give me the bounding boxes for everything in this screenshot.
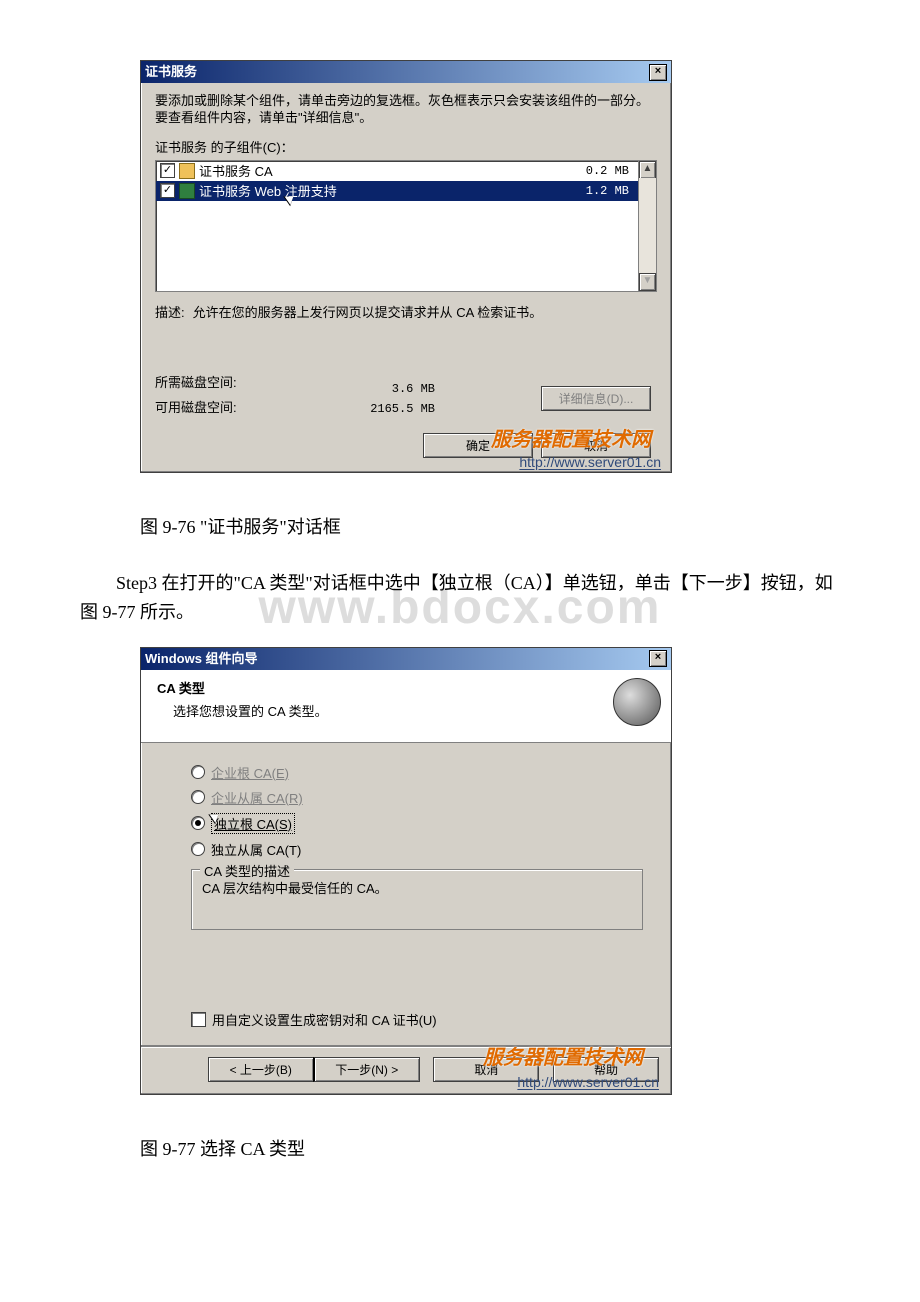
radio-enterprise-sub[interactable]: 企业从属 CA(R) bbox=[191, 788, 641, 807]
space-required-label: 所需磁盘空间: bbox=[155, 372, 275, 391]
checkbox-icon[interactable]: ✓ bbox=[160, 163, 175, 178]
figure-caption-1: 图 9-76 "证书服务"对话框 bbox=[140, 513, 850, 539]
cancel-button[interactable]: 取消 bbox=[433, 1057, 539, 1082]
checkbox-label: 用自定义设置生成密钥对和 CA 证书(U) bbox=[212, 1010, 437, 1029]
space-required-value: 3.6 MB bbox=[315, 382, 435, 396]
item-size: 1.2 MB bbox=[586, 184, 635, 198]
web-icon bbox=[179, 183, 195, 199]
radio-icon bbox=[191, 790, 205, 804]
subcomponents-label: 证书服务 的子组件(C)： bbox=[155, 137, 657, 156]
scrollbar[interactable]: ▲ ▼ bbox=[638, 161, 656, 291]
scroll-down-button[interactable]: ▼ bbox=[639, 273, 656, 291]
ca-type-dialog: Windows 组件向导 × CA 类型 选择您想设置的 CA 类型。 企业根 … bbox=[140, 647, 672, 1095]
space-available-label: 可用磁盘空间: bbox=[155, 397, 275, 416]
ok-button[interactable]: 确定 bbox=[423, 433, 533, 458]
next-button[interactable]: 下一步(N) > bbox=[313, 1057, 420, 1082]
wizard-title: CA 类型 bbox=[157, 678, 613, 697]
radio-standalone-root[interactable]: 独立根 CA(S) bbox=[191, 813, 641, 834]
back-button[interactable]: < 上一步(B) bbox=[208, 1057, 314, 1082]
item-name: 证书服务 Web 注册支持 bbox=[199, 181, 582, 200]
help-button[interactable]: 帮助 bbox=[553, 1057, 659, 1082]
scroll-up-button[interactable]: ▲ bbox=[639, 161, 656, 179]
checkbox-icon[interactable]: ✓ bbox=[160, 183, 175, 198]
subcomponents-listbox[interactable]: ✓ 证书服务 CA 0.2 MB ✓ 证书服务 Web 注册支持 1.2 MB bbox=[155, 160, 657, 292]
cert-service-dialog: 证书服务 × 要添加或删除某个组件，请单击旁边的复选框。灰色框表示只会安装该组件… bbox=[140, 60, 672, 473]
item-size: 0.2 MB bbox=[586, 164, 635, 178]
cert-icon bbox=[179, 163, 195, 179]
groupbox-legend: CA 类型的描述 bbox=[200, 861, 294, 880]
custom-settings-checkbox-row[interactable]: 用自定义设置生成密钥对和 CA 证书(U) bbox=[191, 1010, 641, 1029]
figure-caption-2: 图 9-77 选择 CA 类型 bbox=[140, 1135, 850, 1161]
radio-icon bbox=[191, 842, 205, 856]
dialog-title: Windows 组件向导 bbox=[145, 648, 258, 670]
space-available-value: 2165.5 MB bbox=[315, 402, 435, 416]
close-button[interactable]: × bbox=[649, 64, 667, 81]
titlebar: Windows 组件向导 × bbox=[141, 648, 671, 670]
list-item[interactable]: ✓ 证书服务 CA 0.2 MB bbox=[156, 161, 639, 181]
ca-type-dialog-screenshot: Windows 组件向导 × CA 类型 选择您想设置的 CA 类型。 企业根 … bbox=[140, 647, 850, 1095]
wizard-header: CA 类型 选择您想设置的 CA 类型。 bbox=[141, 670, 671, 743]
radio-icon bbox=[191, 816, 205, 830]
cert-service-dialog-screenshot: 证书服务 × 要添加或删除某个组件，请单击旁边的复选框。灰色框表示只会安装该组件… bbox=[140, 60, 850, 473]
radio-standalone-sub[interactable]: 独立从属 CA(T) bbox=[191, 840, 641, 859]
description-label: 描述: bbox=[155, 304, 185, 322]
cancel-button[interactable]: 取消 bbox=[541, 433, 651, 458]
item-name: 证书服务 CA bbox=[199, 161, 582, 180]
details-button[interactable]: 详细信息(D)... bbox=[541, 386, 651, 411]
dialog-title: 证书服务 bbox=[145, 61, 197, 83]
checkbox-icon[interactable] bbox=[191, 1012, 206, 1027]
wizard-disc-icon bbox=[613, 678, 661, 726]
hint-text: 要添加或删除某个组件，请单击旁边的复选框。灰色框表示只会安装该组件的一部分。要查… bbox=[155, 93, 657, 127]
radio-icon bbox=[191, 765, 205, 779]
groupbox-text: CA 层次结构中最受信任的 CA。 bbox=[202, 878, 632, 897]
list-item[interactable]: ✓ 证书服务 Web 注册支持 1.2 MB bbox=[156, 181, 639, 201]
titlebar: 证书服务 × bbox=[141, 61, 671, 83]
wizard-subtitle: 选择您想设置的 CA 类型。 bbox=[157, 701, 613, 720]
radio-enterprise-root[interactable]: 企业根 CA(E) bbox=[191, 763, 641, 782]
ca-description-groupbox: CA 类型的描述 CA 层次结构中最受信任的 CA。 bbox=[191, 869, 643, 930]
description-text: 允许在您的服务器上发行网页以提交请求并从 CA 检索证书。 bbox=[193, 304, 657, 322]
step-paragraph: Step3 在打开的"CA 类型"对话框中选中【独立根（CA）】单选钮，单击【下… bbox=[80, 569, 850, 627]
close-button[interactable]: × bbox=[649, 650, 667, 667]
